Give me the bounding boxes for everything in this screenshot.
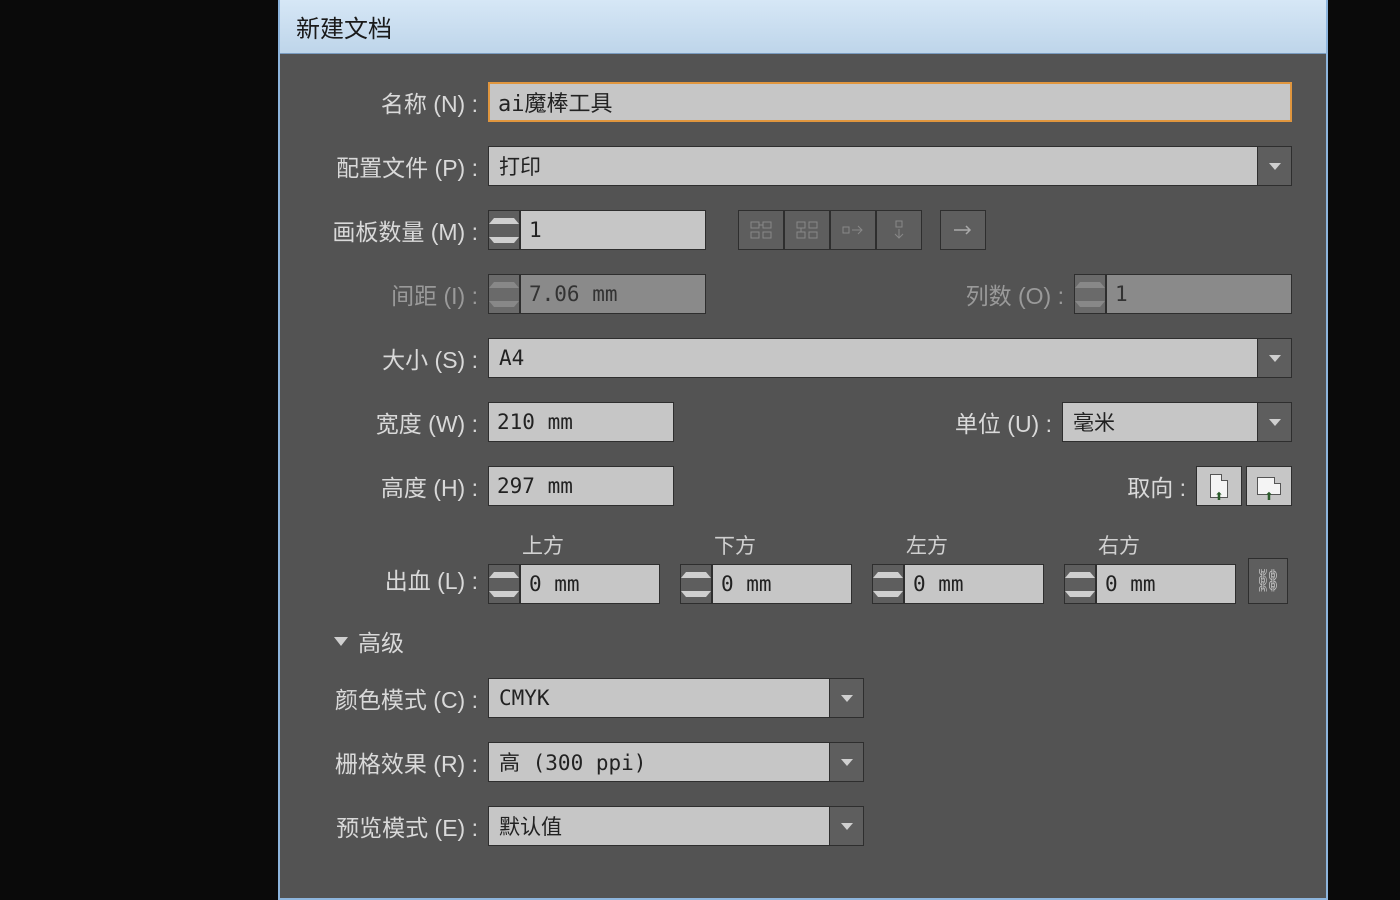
bleed-top-input[interactable]: 0 mm — [520, 564, 660, 604]
chevron-down-icon — [1257, 403, 1291, 441]
bleed-bottom-input[interactable]: 0 mm — [712, 564, 852, 604]
arrow-right-icon[interactable] — [940, 210, 986, 250]
orientation-portrait-button[interactable]: ⬆ — [1196, 466, 1242, 506]
bleed-right-label: 右方 — [1098, 530, 1236, 560]
bleed-top-label: 上方 — [522, 530, 660, 560]
dialog-title: 新建文档 — [296, 9, 392, 44]
dialog-titlebar[interactable]: 新建文档 — [280, 0, 1326, 54]
spacing-label: 间距 (I) : — [314, 277, 488, 311]
arrange-right-icon[interactable] — [830, 210, 876, 250]
name-label: 名称 (N) : — [314, 85, 488, 119]
color-mode-select[interactable]: CMYK — [488, 678, 864, 718]
chevron-down-icon — [1257, 339, 1291, 377]
chevron-down-icon — [334, 637, 348, 646]
preview-select[interactable]: 默认值 — [488, 806, 864, 846]
bleed-left-label: 左方 — [906, 530, 1044, 560]
size-label: 大小 (S) : — [314, 341, 488, 375]
bleed-label: 出血 (L) : — [314, 562, 488, 604]
chevron-down-icon — [829, 743, 863, 781]
grid-by-row-icon[interactable] — [738, 210, 784, 250]
bleed-right-stepper[interactable] — [1064, 564, 1096, 604]
bleed-right-input[interactable]: 0 mm — [1096, 564, 1236, 604]
chevron-down-icon — [829, 807, 863, 845]
chevron-down-icon — [829, 679, 863, 717]
orientation-landscape-button[interactable]: ⬆ — [1246, 466, 1292, 506]
preview-label: 预览模式 (E) : — [314, 809, 488, 843]
units-select[interactable]: 毫米 — [1062, 402, 1292, 442]
color-mode-label: 颜色模式 (C) : — [314, 681, 488, 715]
height-label: 高度 (H) : — [314, 469, 488, 503]
raster-select[interactable]: 高 (300 ppi) — [488, 742, 864, 782]
columns-stepper — [1074, 274, 1106, 314]
width-label: 宽度 (W) : — [314, 405, 488, 439]
chevron-down-icon — [1257, 147, 1291, 185]
artboards-stepper[interactable] — [488, 210, 520, 250]
columns-input: 1 — [1106, 274, 1292, 314]
artboards-input[interactable]: 1 — [520, 210, 706, 250]
grid-by-column-icon[interactable] — [784, 210, 830, 250]
bleed-left-input[interactable]: 0 mm — [904, 564, 1044, 604]
new-document-dialog: 新建文档 名称 (N) : ai魔棒工具 配置文件 (P) : 打印 画板数量 … — [278, 0, 1328, 900]
arrange-down-icon[interactable] — [876, 210, 922, 250]
artboards-label: 画板数量 (M) : — [314, 213, 488, 247]
height-input[interactable]: 297 mm — [488, 466, 674, 506]
width-input[interactable]: 210 mm — [488, 402, 674, 442]
link-bleed-button[interactable]: ⛓ — [1248, 558, 1288, 604]
bleed-top-stepper[interactable] — [488, 564, 520, 604]
units-label: 单位 (U) : — [955, 405, 1062, 439]
raster-label: 栅格效果 (R) : — [314, 745, 488, 779]
spacing-stepper — [488, 274, 520, 314]
advanced-toggle[interactable]: 高级 — [334, 624, 1292, 658]
spacing-input: 7.06 mm — [520, 274, 706, 314]
bleed-left-stepper[interactable] — [872, 564, 904, 604]
bleed-bottom-stepper[interactable] — [680, 564, 712, 604]
columns-label: 列数 (O) : — [966, 277, 1074, 311]
name-input[interactable]: ai魔棒工具 — [488, 82, 1292, 122]
profile-label: 配置文件 (P) : — [314, 149, 488, 183]
orientation-label: 取向 : — [1127, 469, 1196, 503]
link-icon: ⛓ — [1254, 568, 1282, 594]
bleed-bottom-label: 下方 — [714, 530, 852, 560]
profile-select[interactable]: 打印 — [488, 146, 1292, 186]
size-select[interactable]: A4 — [488, 338, 1292, 378]
